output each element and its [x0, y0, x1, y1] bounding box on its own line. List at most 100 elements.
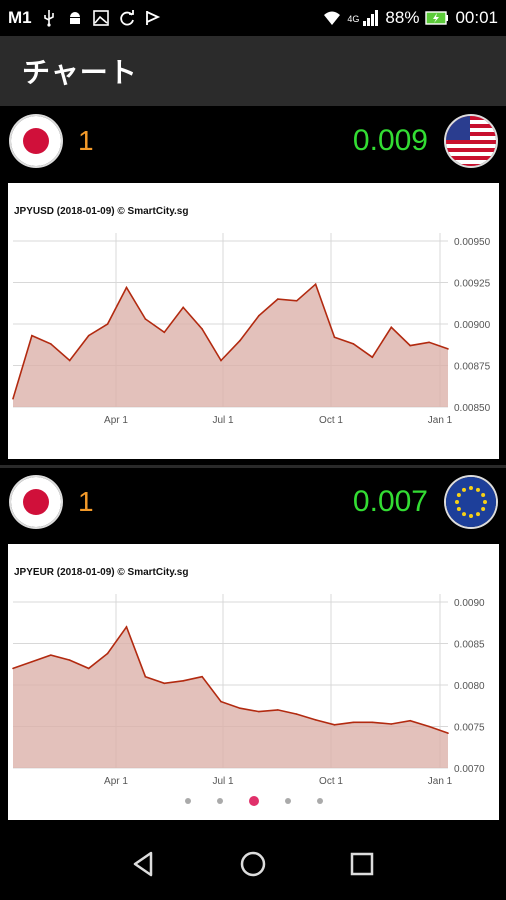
flag-app-icon	[144, 9, 162, 27]
data-point	[125, 626, 128, 628]
data-point	[31, 660, 33, 663]
currency-pair-header[interactable]: 1 0.009	[0, 106, 506, 176]
recents-square-icon	[350, 852, 373, 876]
data-point	[201, 675, 203, 678]
x-tick-label: Oct 1	[319, 776, 343, 787]
data-point	[163, 682, 166, 685]
page-title: チャート	[22, 56, 138, 89]
data-point	[428, 341, 430, 344]
carrier-label: M1	[8, 8, 32, 27]
data-point	[390, 326, 393, 329]
signal-icon	[361, 9, 379, 27]
x-tick-label: Jan 1	[428, 776, 453, 787]
page-dot[interactable]	[284, 798, 291, 804]
back-triangle-icon	[134, 851, 153, 877]
chart-title: JPYEUR (2018-01-09) © SmartCity.sg	[14, 567, 188, 578]
data-point	[87, 334, 90, 337]
battery-percent: 88%	[385, 8, 420, 27]
chart-card-jpyeur[interactable]: JPYEUR (2018-01-09) © SmartCity.sg 0.009…	[8, 544, 499, 820]
page-dot[interactable]	[316, 798, 323, 804]
x-tick-label: Apr 1	[104, 415, 128, 426]
y-tick-label: 0.00850	[454, 403, 491, 414]
price-chart: JPYEUR (2018-01-09) © SmartCity.sg 0.009…	[12, 567, 485, 787]
japan-flag-icon	[11, 116, 61, 166]
data-point	[106, 323, 109, 325]
x-tick-label: Apr 1	[104, 776, 128, 787]
battery-charging-icon	[425, 9, 449, 27]
data-point	[50, 654, 52, 656]
y-tick-label: 0.0090	[454, 598, 485, 609]
eu-star	[483, 500, 487, 504]
home-button[interactable]	[233, 844, 273, 884]
data-point	[220, 359, 222, 362]
usb-icon	[40, 9, 58, 27]
android-icon	[66, 9, 84, 27]
data-point	[258, 314, 260, 317]
y-tick-label: 0.0080	[454, 681, 485, 692]
eu-star	[476, 487, 480, 492]
eu-star	[455, 500, 459, 504]
data-point	[239, 707, 241, 710]
data-point	[144, 318, 147, 320]
x-tick-label: Jul 1	[212, 776, 234, 787]
wifi-icon	[323, 9, 341, 27]
data-point	[12, 397, 14, 400]
eu-star	[476, 512, 480, 517]
page-dot-active[interactable]	[248, 796, 259, 806]
x-tick-label: Jan 1	[428, 415, 453, 426]
data-point	[371, 721, 374, 724]
data-point	[314, 283, 317, 285]
page-indicator[interactable]	[8, 796, 499, 806]
data-point	[31, 334, 33, 337]
currency-pair-header[interactable]: 1 0.007	[0, 467, 506, 537]
data-point	[409, 719, 411, 722]
quote-amount: 0.009	[352, 124, 428, 157]
data-point	[87, 667, 90, 670]
app-bar: チャート	[0, 36, 506, 106]
eu-star	[462, 512, 466, 517]
base-amount: 1	[78, 125, 94, 156]
data-point	[144, 675, 147, 678]
data-point	[125, 286, 128, 289]
recents-button[interactable]	[342, 844, 382, 884]
x-tick-label: Oct 1	[319, 415, 343, 426]
data-point	[371, 356, 374, 358]
data-point	[201, 328, 203, 330]
y-tick-label: 0.00950	[454, 237, 491, 248]
eu-flag-icon	[446, 477, 496, 527]
sync-icon	[118, 9, 136, 27]
chart-title: JPYUSD (2018-01-09) © SmartCity.sg	[14, 206, 188, 217]
data-point	[258, 710, 260, 713]
navigation-bar	[0, 828, 506, 900]
data-point	[390, 723, 393, 725]
data-point	[276, 298, 279, 300]
back-button[interactable]	[124, 844, 164, 884]
eu-star	[469, 514, 473, 518]
page-dot[interactable]	[184, 798, 191, 804]
series-area	[13, 284, 448, 407]
eu-star	[469, 486, 473, 490]
data-point	[428, 725, 430, 728]
data-point	[333, 724, 336, 726]
data-point	[352, 343, 355, 345]
usa-flag-icon	[446, 116, 496, 166]
quote-amount: 0.007	[352, 485, 428, 518]
y-tick-label: 0.00925	[454, 279, 491, 290]
data-point	[409, 344, 411, 347]
clock: 00:01	[455, 8, 498, 27]
series-area	[13, 626, 448, 768]
page-dot[interactable]	[216, 798, 223, 804]
chart-card-jpyusd[interactable]: JPYUSD (2018-01-09) © SmartCity.sg 0.009…	[8, 183, 499, 459]
data-point	[295, 713, 298, 715]
data-point	[106, 652, 109, 655]
data-point	[333, 336, 336, 339]
eu-star	[456, 493, 461, 497]
chart-list[interactable]: 1 0.009 JPYUSD (2018-01-09) © SmartCity.…	[0, 106, 506, 828]
network-type-label: 4G	[347, 14, 360, 24]
base-amount: 1	[78, 486, 94, 517]
y-tick-label: 0.0085	[454, 640, 485, 651]
home-circle-icon	[240, 851, 266, 877]
data-point	[182, 680, 185, 682]
eu-star	[481, 507, 486, 511]
data-point	[68, 659, 71, 661]
